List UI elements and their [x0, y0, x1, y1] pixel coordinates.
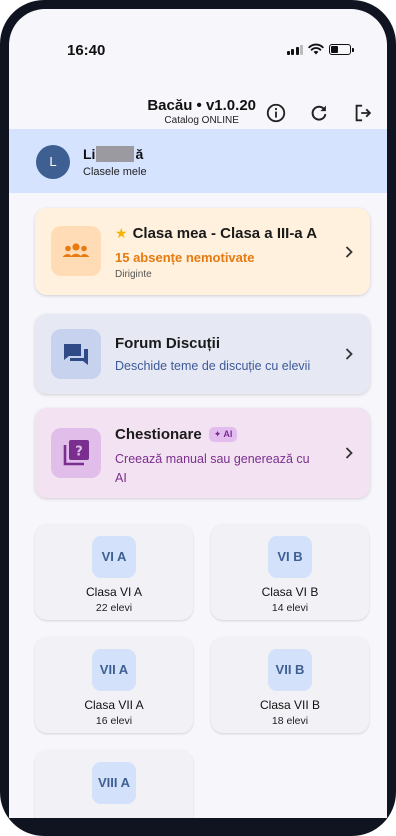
chevron-right-icon — [345, 447, 353, 459]
quiz-title: Chestionare — [115, 426, 202, 443]
ai-badge-label: AI — [223, 429, 233, 439]
refresh-icon[interactable] — [308, 102, 330, 124]
class-tile[interactable]: VI A Clasa VI A 22 elevi — [35, 524, 193, 620]
my-class-card[interactable]: ★ Clasa mea - Clasa a III-a A 15 absențe… — [35, 208, 370, 295]
app-screen: 16:40 Bacău • v1.0.20 Catalog ONLINE L L… — [9, 9, 387, 818]
app-title-block: Bacău • v1.0.20 Catalog ONLINE — [147, 97, 256, 127]
quiz-card[interactable]: ? Chestionare ✦ AI Creează manual sau ge… — [35, 408, 370, 498]
user-name-suffix: ă — [135, 146, 144, 162]
status-time: 16:40 — [67, 42, 106, 59]
user-name: Li ă — [83, 146, 143, 162]
class-badge: VI B — [268, 536, 312, 578]
my-class-title: Clasa mea - Clasa a III-a A — [132, 225, 318, 242]
sparkle-icon: ✦ — [213, 429, 222, 439]
class-student-count: 16 elevi — [95, 715, 133, 727]
quiz-icon: ? — [51, 428, 101, 478]
svg-text:?: ? — [75, 445, 83, 460]
wifi-icon — [308, 43, 324, 55]
class-name: Clasa VII B — [259, 698, 321, 712]
app-subtitle: Catalog ONLINE — [164, 115, 239, 126]
chevron-right-icon — [345, 246, 353, 258]
class-student-count: 14 elevi — [271, 602, 309, 614]
class-badge: VIII A — [92, 762, 136, 804]
phone-frame: 16:40 Bacău • v1.0.20 Catalog ONLINE L L… — [0, 0, 396, 836]
chevron-right-icon — [345, 348, 353, 360]
star-icon: ★ — [115, 225, 128, 241]
quiz-subtitle-line2: AI — [115, 471, 127, 485]
class-name: Clasa VI A — [85, 585, 143, 599]
class-tile[interactable]: VII A Clasa VII A 16 elevi — [35, 637, 193, 733]
user-bar: L Li ă Clasele mele — [9, 129, 387, 193]
class-badge: VII A — [92, 649, 136, 691]
avatar: L — [36, 145, 70, 179]
class-tile[interactable]: VIII A — [35, 750, 193, 818]
info-icon[interactable] — [265, 102, 287, 124]
forum-title: Forum Discuții — [115, 335, 221, 352]
battery-icon — [329, 43, 354, 55]
ai-badge: ✦ AI — [208, 427, 238, 442]
user-subtitle: Clasele mele — [83, 166, 147, 178]
logout-icon[interactable] — [352, 102, 374, 124]
role-label: Diriginte — [115, 269, 152, 280]
class-badge: VII B — [268, 649, 312, 691]
status-icons — [286, 43, 354, 55]
forum-subtitle: Deschide teme de discuție cu elevii — [115, 359, 311, 373]
class-name: Clasa VI B — [261, 585, 319, 599]
app-bar: Bacău • v1.0.20 Catalog ONLINE — [9, 87, 387, 131]
quiz-subtitle-line1: Creează manual sau generează cu — [115, 452, 310, 466]
class-badge: VI A — [92, 536, 136, 578]
quiz-subtitle: Creează manual sau generează cu AI — [115, 450, 310, 488]
class-student-count: 18 elevi — [271, 715, 309, 727]
app-title: Bacău • v1.0.20 — [147, 97, 256, 114]
class-tile[interactable]: VI B Clasa VI B 14 elevi — [211, 524, 369, 620]
redacted-name-block — [96, 146, 135, 162]
class-student-count: 22 elevi — [95, 602, 133, 614]
my-class-title-row: ★ Clasa mea - Clasa a III-a A — [115, 225, 317, 242]
class-tile[interactable]: VII B Clasa VII B 18 elevi — [211, 637, 369, 733]
class-name: Clasa VII A — [84, 698, 144, 712]
status-bar: 16:40 — [9, 9, 387, 59]
cellular-signal-icon — [286, 44, 303, 55]
forum-card[interactable]: Forum Discuții Deschide teme de discuție… — [35, 314, 370, 394]
absences-alert: 15 absențe nemotivate — [115, 250, 255, 265]
quiz-title-row: Chestionare ✦ AI — [115, 426, 238, 443]
group-icon — [51, 226, 101, 276]
user-name-prefix: Li — [83, 146, 96, 162]
forum-icon — [51, 329, 101, 379]
